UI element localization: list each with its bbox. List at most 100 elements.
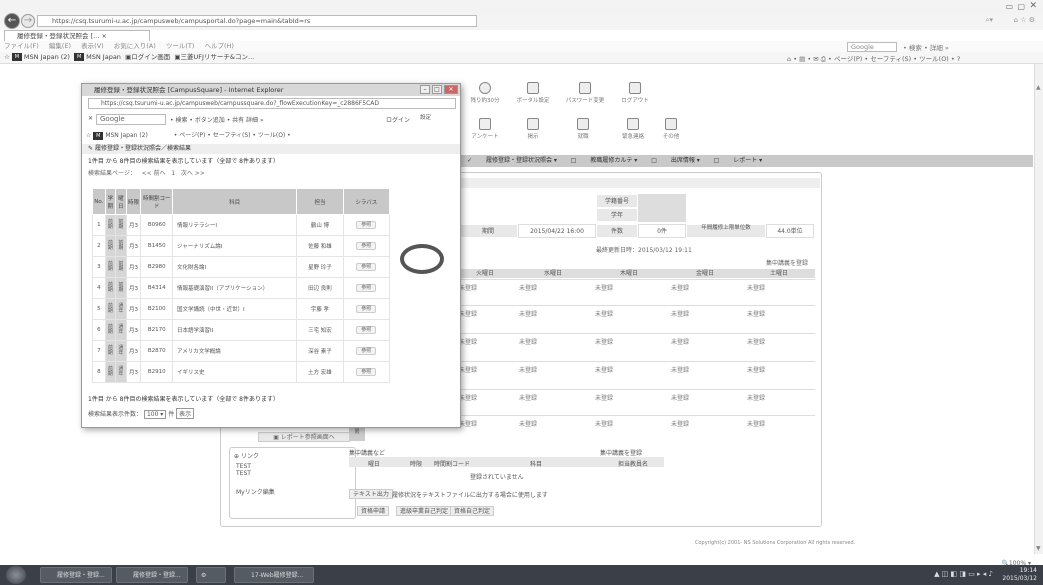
timetable-cell[interactable]: 未登録 (519, 309, 537, 318)
popup-settings[interactable]: 設定 (420, 113, 431, 121)
clock[interactable]: 19:14 2015/03/12 (1002, 567, 1037, 583)
timetable-cell[interactable]: 未登録 (595, 309, 613, 318)
taskbar-item-word[interactable]: 17-Web履修登録... (234, 567, 314, 583)
timetable-cell[interactable]: 未登録 (747, 309, 765, 318)
timetable-cell[interactable]: 未登録 (595, 337, 613, 346)
fav-mufg[interactable]: 三菱UFJリサーチ&コン... (181, 53, 255, 61)
popup-close-icon[interactable]: ✕ (444, 85, 458, 94)
nav-report[interactable]: □ レポート ▾ (714, 157, 763, 164)
menu-view[interactable]: 表示(V) (81, 42, 104, 50)
address-bar[interactable]: https://csq.tsurumi-u.ac.jp/campusweb/ca… (37, 15, 477, 27)
command-bar-text[interactable]: • ページ(P) • セーフティ(S) • ツール(O) • (828, 55, 955, 63)
link-item[interactable]: TEST (230, 470, 355, 477)
timetable-cell[interactable]: 未登録 (747, 393, 765, 402)
timetable-cell[interactable]: 未登録 (459, 393, 477, 402)
timetable-cell[interactable]: 未登録 (671, 393, 689, 402)
timetable-cell[interactable]: 未登録 (671, 283, 689, 292)
timetable-cell[interactable]: 未登録 (671, 365, 689, 374)
timetable-cell[interactable]: 未登録 (671, 309, 689, 318)
maximize-icon[interactable]: ▢ (1017, 2, 1025, 11)
syllabus-button[interactable]: 参照 (356, 242, 377, 250)
syllabus-button[interactable]: 参照 (356, 221, 377, 229)
taskbar-item-ie-2[interactable]: 履修登録・登録... (116, 567, 188, 583)
popup-command-bar[interactable]: • ページ(P) • セーフティ(S) • ツール(O) • (174, 132, 291, 139)
qual-judge-button[interactable]: 資格自己判定 (450, 506, 495, 516)
report-view-button[interactable]: ▣ レポート参照画面へ (258, 432, 350, 442)
tab-rishu[interactable]: 履修登録・登録状況照会 [... × (4, 30, 150, 41)
text-output-button[interactable]: テキスト出力 (349, 489, 393, 499)
syllabus-button[interactable]: 参照 (356, 263, 377, 271)
timetable-cell[interactable]: 未登録 (519, 419, 537, 428)
start-button[interactable] (6, 566, 26, 584)
logout-icon[interactable]: ログアウト (615, 82, 655, 104)
notice-icon[interactable]: 掲示 (513, 118, 553, 140)
timetable-cell[interactable]: 未登録 (459, 419, 477, 428)
link-item[interactable]: TEST (230, 463, 355, 470)
popup-address-bar[interactable]: https://csq.tsurumi-u.ac.jp/campusweb/ca… (88, 98, 456, 109)
system-tray[interactable]: ▲ ◫ ◧ ◨ ▭ ▸ ◂ ♪ (934, 570, 993, 578)
home-icon[interactable]: ⌂ (787, 55, 791, 63)
popup-maximize-icon[interactable]: □ (432, 85, 442, 94)
help-icon[interactable]: ? (957, 55, 960, 63)
syllabus-button[interactable]: 参照 (356, 305, 377, 313)
syllabus-button[interactable]: 参照 (356, 368, 377, 376)
pager-prev[interactable]: << 前へ (142, 170, 166, 177)
popup-fav-msn[interactable]: MSN Japan (2) (105, 132, 148, 139)
favorites-star-icon[interactable]: ☆ (86, 132, 91, 139)
popup-login[interactable]: ログイン (386, 115, 410, 124)
survey-icon[interactable]: アンケート (465, 118, 505, 140)
home-star-gear-icons[interactable]: ⌂ ☆ ⚙ (1014, 16, 1035, 24)
menu-tools[interactable]: ツール(T) (166, 42, 195, 50)
syllabus-button[interactable]: 参照 (356, 326, 377, 334)
other-icon[interactable]: その他 (651, 118, 691, 140)
menu-edit[interactable]: 編集(E) (49, 42, 71, 50)
timetable-cell[interactable]: 未登録 (459, 309, 477, 318)
job-icon[interactable]: 就職 (563, 118, 603, 140)
search-toolbar-right[interactable]: • 検索 • 詳細 » (903, 42, 949, 52)
emergency-icon[interactable]: 緊急連絡 (613, 118, 653, 140)
print-icon[interactable]: ⎙ (821, 55, 826, 63)
fav-login[interactable]: ログイン画面 (131, 53, 170, 61)
page-scrollbar[interactable]: ▲ ▼ (1034, 64, 1043, 554)
feed-icon[interactable]: ▤ (799, 55, 805, 63)
popup-google-box[interactable]: Google (96, 114, 166, 125)
nav-rishu[interactable]: ✓ 履修登録・登録状況照会 ▾ (467, 157, 557, 164)
search-icon[interactable]: ⌕▾ (986, 16, 993, 25)
mylink-edit[interactable]: Myリンク編集 (230, 477, 355, 496)
per-page-select[interactable]: 100 ▾ (143, 410, 167, 419)
popup-search-toolbar[interactable]: • 検索 • ボタン追加 • 共有 詳細 » (170, 115, 264, 124)
taskbar-item-ie-1[interactable]: 履修登録・登録... (40, 567, 112, 583)
forward-button[interactable]: → (21, 14, 35, 28)
timetable-cell[interactable]: 未登録 (459, 365, 477, 374)
timetable-cell[interactable]: 未登録 (519, 283, 537, 292)
close-icon[interactable]: ✕ (1029, 1, 1037, 11)
taskbar-item-app[interactable]: ⚙ (196, 567, 226, 583)
timetable-cell[interactable]: 未登録 (595, 365, 613, 374)
pager-next[interactable]: 次へ >> (181, 170, 205, 177)
apply-button[interactable]: 資格申請 (357, 506, 390, 516)
timetable-cell[interactable]: 未登録 (747, 283, 765, 292)
nav-karte[interactable]: □ 教職履修カルテ ▾ (571, 157, 638, 164)
pager-page[interactable]: 1 (171, 170, 175, 177)
timer-icon[interactable]: 残り約30分 (465, 82, 505, 104)
self-judge-button[interactable]: 進級卒業自己判定 (396, 506, 453, 516)
display-button[interactable]: 表示 (176, 408, 195, 419)
intensive-register-link[interactable]: 集中講義を登録 (600, 448, 642, 457)
timetable-cell[interactable]: 未登録 (459, 337, 477, 346)
intensive-register-link[interactable]: 集中講義を登録 (766, 258, 808, 267)
timetable-cell[interactable]: 未登録 (595, 283, 613, 292)
mail-icon[interactable]: ✉ (813, 55, 818, 63)
popup-minimize-icon[interactable]: – (420, 85, 430, 94)
password-icon[interactable]: パスワード変更 (565, 82, 605, 104)
favorites-star-icon[interactable]: ☆ (4, 53, 10, 61)
timetable-cell[interactable]: 未登録 (671, 419, 689, 428)
menu-file[interactable]: ファイル(F) (4, 42, 39, 50)
fav-msn-2[interactable]: MSN Japan (2) (24, 53, 70, 61)
timetable-cell[interactable]: 未登録 (747, 419, 765, 428)
syllabus-button[interactable]: 参照 (356, 284, 377, 292)
command-bar[interactable]: ⌂ • ▤ • ✉ ⎙ • ページ(P) • セーフティ(S) • ツール(O)… (787, 53, 960, 64)
syllabus-button[interactable]: 参照 (356, 347, 377, 355)
menu-favorites[interactable]: お気に入り(A) (114, 42, 156, 50)
fav-msn[interactable]: MSN Japan (86, 53, 121, 61)
menu-help[interactable]: ヘルプ(H) (205, 42, 234, 50)
